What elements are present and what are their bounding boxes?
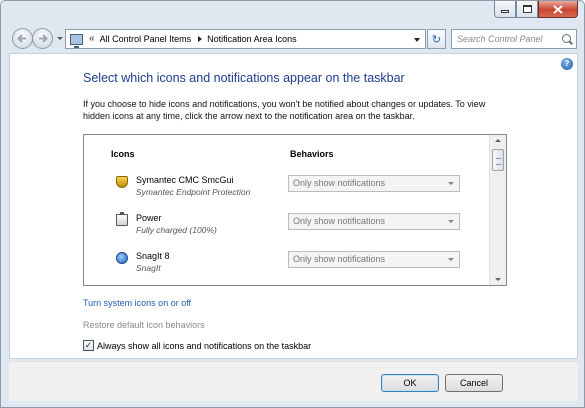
item-name: SnagIt 8 bbox=[136, 251, 170, 261]
search-icon[interactable] bbox=[562, 34, 571, 43]
caption-buttons bbox=[494, 1, 578, 18]
cancel-button[interactable]: Cancel bbox=[445, 374, 503, 392]
back-arrow-icon bbox=[17, 34, 26, 43]
search-placeholder: Search Control Panel bbox=[457, 34, 543, 44]
chevron-down-icon bbox=[448, 258, 454, 261]
breadcrumb-all-control-panel-items[interactable]: All Control Panel Items bbox=[100, 34, 192, 44]
behavior-value: Only show notifications bbox=[293, 178, 386, 188]
forward-button[interactable] bbox=[32, 28, 53, 49]
list-item: Power Fully charged (100%) Only show not… bbox=[84, 211, 489, 247]
close-icon bbox=[553, 4, 563, 14]
page-title: Select which icons and notifications app… bbox=[83, 71, 405, 85]
refresh-icon: ↻ bbox=[431, 33, 442, 46]
content-pane: ? Select which icons and notifications a… bbox=[9, 53, 578, 359]
list-item: Symantec CMC SmcGui Symantec Endpoint Pr… bbox=[84, 173, 489, 209]
search-input[interactable]: Search Control Panel bbox=[451, 29, 577, 49]
ok-button[interactable]: OK bbox=[381, 374, 439, 392]
always-show-label[interactable]: Always show all icons and notifications … bbox=[97, 341, 311, 351]
battery-icon bbox=[116, 212, 128, 226]
help-icon[interactable]: ? bbox=[561, 58, 573, 70]
behavior-value: Only show notifications bbox=[293, 216, 386, 226]
chevron-down-icon bbox=[448, 220, 454, 223]
close-button[interactable] bbox=[538, 1, 578, 18]
behavior-value: Only show notifications bbox=[293, 254, 386, 264]
column-header-behaviors: Behaviors bbox=[290, 149, 334, 159]
page-description: If you choose to hide icons and notifica… bbox=[83, 99, 486, 121]
navigation-bar: « All Control Panel Items Notification A… bbox=[1, 23, 584, 53]
breadcrumb-notification-area-icons[interactable]: Notification Area Icons bbox=[207, 34, 297, 44]
minimize-button[interactable] bbox=[494, 1, 516, 18]
item-subtitle: Fully charged (100%) bbox=[136, 225, 217, 235]
forward-arrow-icon bbox=[39, 34, 48, 43]
minimize-icon bbox=[501, 10, 509, 13]
control-panel-icon bbox=[70, 33, 83, 48]
turn-system-icons-link[interactable]: Turn system icons on or off bbox=[83, 298, 191, 308]
notification-icons-list[interactable]: Icons Behaviors Symantec CMC SmcGui Syma… bbox=[83, 134, 507, 286]
address-bar[interactable]: « All Control Panel Items Notification A… bbox=[65, 29, 426, 49]
scroll-down-icon[interactable] bbox=[495, 278, 501, 281]
breadcrumb-overflow-icon[interactable]: « bbox=[89, 34, 95, 44]
always-show-option[interactable]: ✓ Always show all icons and notification… bbox=[83, 340, 311, 351]
scroll-thumb[interactable] bbox=[492, 149, 504, 171]
vertical-scrollbar[interactable] bbox=[489, 135, 506, 285]
address-dropdown-icon[interactable] bbox=[414, 38, 420, 42]
column-header-icons: Icons bbox=[111, 149, 135, 159]
back-button[interactable] bbox=[12, 28, 33, 49]
behavior-select[interactable]: Only show notifications bbox=[288, 251, 460, 268]
item-name: Power bbox=[136, 213, 162, 223]
control-panel-window: « All Control Panel Items Notification A… bbox=[0, 0, 585, 408]
breadcrumb-separator-icon[interactable] bbox=[198, 36, 203, 42]
item-subtitle: SnagIt bbox=[136, 263, 161, 273]
list-item: SnagIt 8 SnagIt Only show notifications bbox=[84, 249, 489, 285]
item-subtitle: Symantec Endpoint Protection bbox=[136, 187, 251, 197]
always-show-checkbox[interactable]: ✓ bbox=[83, 340, 94, 351]
restore-defaults-link: Restore default icon behaviors bbox=[83, 320, 205, 330]
maximize-button[interactable] bbox=[516, 1, 538, 18]
dialog-footer: OK Cancel bbox=[9, 361, 578, 401]
recent-pages-dropdown-icon[interactable] bbox=[57, 37, 63, 40]
chevron-down-icon bbox=[448, 182, 454, 185]
snagit-icon bbox=[116, 252, 128, 264]
refresh-button[interactable]: ↻ bbox=[427, 29, 446, 49]
behavior-select[interactable]: Only show notifications bbox=[288, 175, 460, 192]
item-name: Symantec CMC SmcGui bbox=[136, 175, 234, 185]
behavior-select[interactable]: Only show notifications bbox=[288, 213, 460, 230]
maximize-icon bbox=[522, 5, 532, 13]
shield-icon bbox=[116, 176, 128, 188]
scroll-up-icon[interactable] bbox=[495, 139, 501, 142]
